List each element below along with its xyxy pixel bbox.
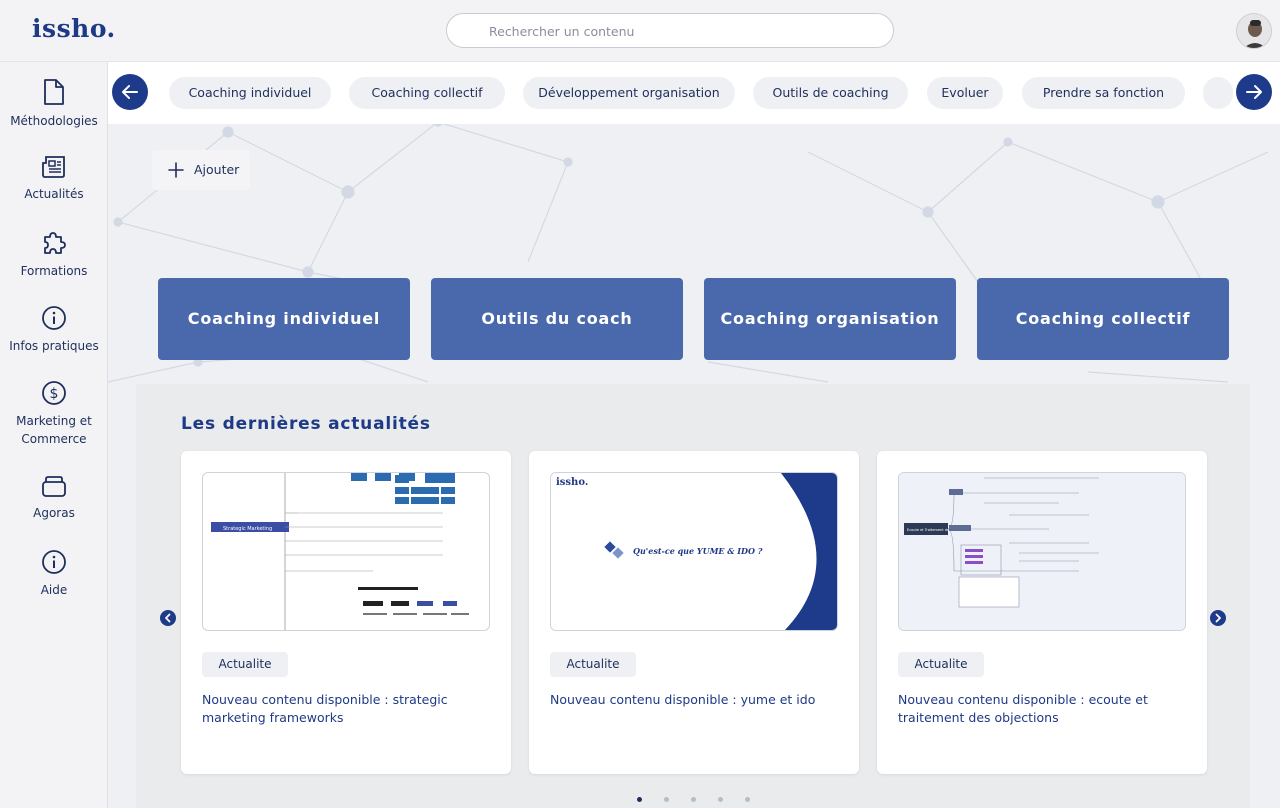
- pagination-dot[interactable]: [637, 797, 642, 802]
- thumbnail-logo: issho.: [556, 477, 588, 488]
- category-bar: Coaching individuel Coaching collectif D…: [108, 62, 1280, 124]
- info-icon: [42, 550, 66, 574]
- pagination-dot[interactable]: [664, 797, 669, 802]
- arrow-left-icon: [122, 85, 138, 99]
- svg-text:$: $: [50, 386, 59, 402]
- sidebar-item-formations[interactable]: Formations: [0, 230, 108, 280]
- pagination-dot[interactable]: [691, 797, 696, 802]
- news-next-button[interactable]: [1210, 610, 1226, 626]
- mindmap-thumbnail: Ecoute et Traitement des objections: [899, 473, 1185, 630]
- sidebar-item-actualites[interactable]: Actualités: [0, 155, 108, 203]
- main-content: Coaching individuel Coaching collectif D…: [108, 62, 1280, 808]
- category-card[interactable]: Coaching individuel: [158, 278, 410, 360]
- mindmap-thumbnail: Strategic Marketing: [211, 473, 469, 630]
- category-pill[interactable]: Coaching collectif: [349, 77, 505, 109]
- add-button[interactable]: Ajouter: [152, 150, 250, 190]
- pagination-dot[interactable]: [718, 797, 723, 802]
- sidebar-item-label: Aide: [40, 583, 68, 597]
- sidebar-item-marketing[interactable]: $ Marketing et Commerce: [0, 380, 108, 448]
- news-text: Nouveau contenu disponible : yume et ido: [550, 692, 816, 707]
- puzzle-icon: [44, 232, 66, 254]
- search-input[interactable]: Rechercher un contenu: [446, 13, 894, 48]
- news-prev-button[interactable]: [160, 610, 176, 626]
- news-section: Les dernières actualités Strategic Marke…: [136, 384, 1250, 808]
- newspaper-icon: [42, 156, 65, 178]
- news-text: Nouveau contenu disponible : ecoute et t…: [898, 692, 1148, 725]
- sidebar-item-methodologies[interactable]: Méthodologies: [0, 78, 108, 130]
- category-pill[interactable]: Coaching individuel: [169, 77, 331, 109]
- plus-icon: [168, 162, 184, 178]
- category-prev-button[interactable]: [112, 74, 148, 110]
- slide-thumbnail: issho. Qu'est-ce que YUME & IDO ?: [551, 473, 837, 630]
- sidebar-item-label: Agoras: [33, 506, 75, 520]
- pagination-dot[interactable]: [745, 797, 750, 802]
- sidebar-item-label: Infos pratiques: [9, 339, 99, 353]
- news-thumbnail: Ecoute et Traitement des objections: [898, 472, 1186, 631]
- news-card[interactable]: Ecoute et Traitement des objections Actu…: [877, 451, 1207, 774]
- sidebar: Méthodologies Actualités Formations Info…: [0, 62, 108, 808]
- news-section-title: Les dernières actualités: [181, 414, 431, 434]
- sidebar-item-aide[interactable]: Aide: [0, 549, 108, 599]
- category-card[interactable]: Outils du coach: [431, 278, 683, 360]
- sidebar-item-label: Actualités: [24, 187, 84, 201]
- category-card[interactable]: Coaching collectif: [977, 278, 1229, 360]
- document-icon: [44, 79, 64, 105]
- sidebar-item-agoras[interactable]: Agoras: [0, 474, 108, 522]
- dollar-icon: $: [42, 381, 66, 405]
- category-pill[interactable]: Prendre sa fonction: [1022, 77, 1185, 109]
- category-pill[interactable]: Outils de coaching: [753, 77, 908, 109]
- category-next-button[interactable]: [1236, 74, 1272, 110]
- sidebar-item-label: Marketing et Commerce: [16, 414, 92, 446]
- news-card[interactable]: issho. Qu'est-ce que YUME & IDO ? Actual…: [529, 451, 859, 774]
- chevron-left-icon: [165, 613, 171, 623]
- news-thumbnail: Strategic Marketing: [202, 472, 490, 631]
- news-thumbnail: issho. Qu'est-ce que YUME & IDO ?: [550, 472, 838, 631]
- news-tag: Actualite: [202, 652, 288, 677]
- category-pill[interactable]: Evoluer: [927, 77, 1003, 109]
- avatar[interactable]: [1236, 13, 1272, 49]
- arrow-right-icon: [1246, 85, 1262, 99]
- sidebar-item-label: Formations: [20, 264, 88, 278]
- news-tag: Actualite: [898, 652, 984, 677]
- category-pill[interactable]: Développement organisation: [523, 77, 735, 109]
- category-pill-partial[interactable]: [1203, 77, 1233, 109]
- avatar-image: [1237, 14, 1271, 48]
- sidebar-item-infos-pratiques[interactable]: Infos pratiques: [0, 305, 108, 355]
- add-button-label: Ajouter: [194, 162, 240, 177]
- news-text: Nouveau contenu disponible : strategic m…: [202, 692, 448, 725]
- thumbnail-title: Strategic Marketing: [223, 526, 272, 532]
- logo[interactable]: issho.: [32, 14, 116, 43]
- news-tag: Actualite: [550, 652, 636, 677]
- category-card[interactable]: Coaching organisation: [704, 278, 956, 360]
- top-header: issho. Rechercher un contenu: [0, 0, 1280, 62]
- info-icon: [42, 306, 66, 330]
- chevron-right-icon: [1215, 613, 1221, 623]
- folder-icon: [42, 476, 66, 497]
- sidebar-item-label: Méthodologies: [10, 114, 98, 128]
- thumbnail-title: Qu'est-ce que YUME & IDO ?: [633, 546, 763, 556]
- news-card[interactable]: Strategic Marketing Actualite Nouveau co…: [181, 451, 511, 774]
